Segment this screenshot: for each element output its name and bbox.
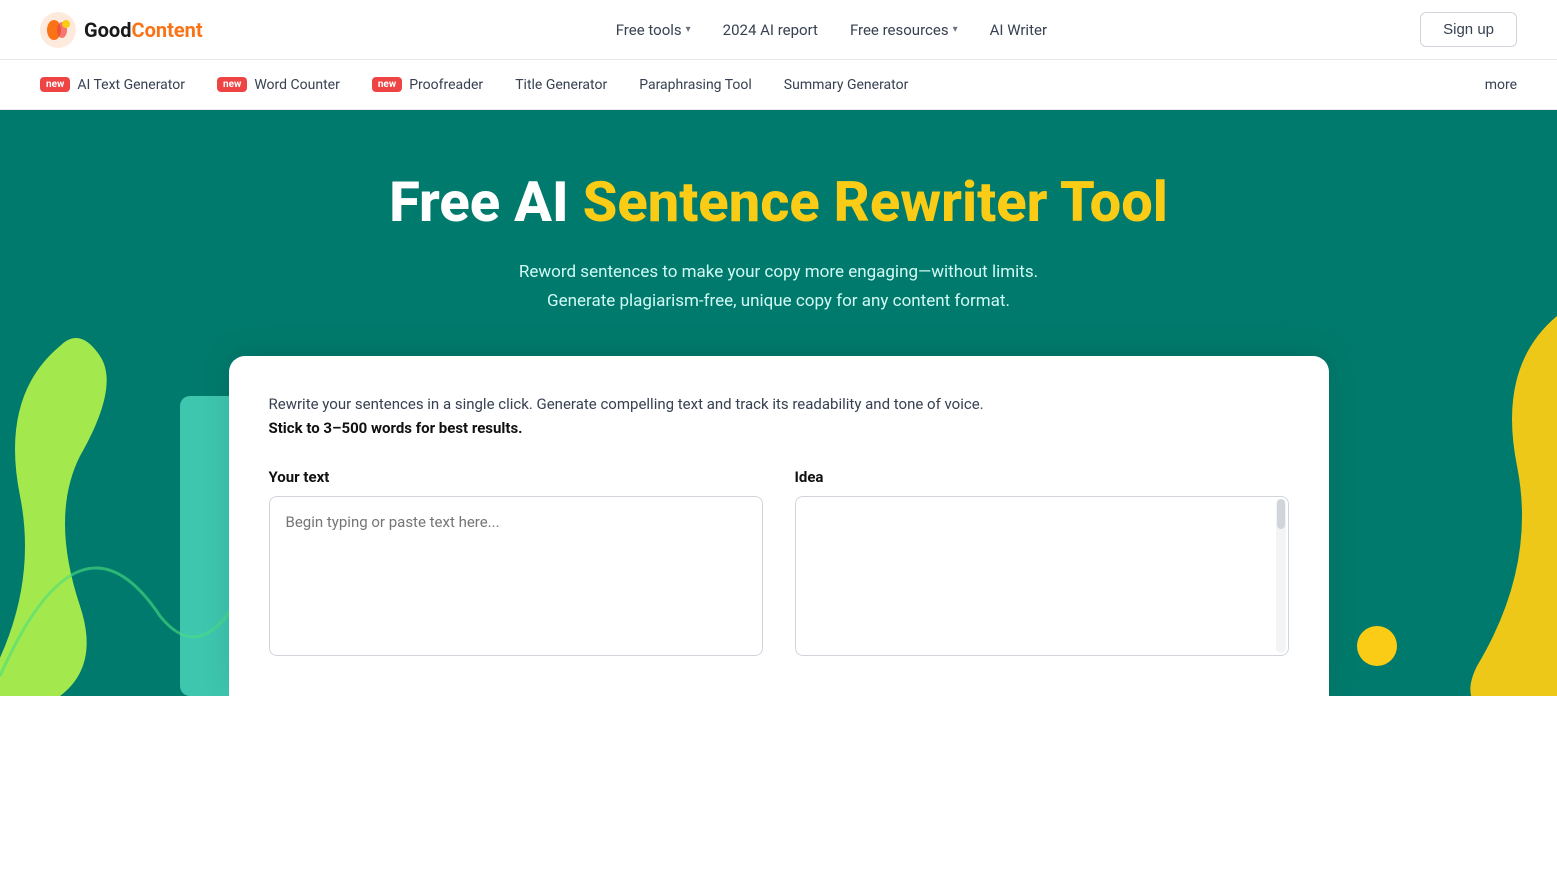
nav-ai-report[interactable]: 2024 AI report	[723, 21, 818, 39]
new-badge-proofreader: new	[372, 77, 402, 92]
nav-ai-writer[interactable]: AI Writer	[990, 21, 1047, 39]
sub-nav-proofreader[interactable]: new Proofreader	[372, 77, 483, 93]
hero-section: Free AI Sentence Rewriter Tool Reword se…	[0, 110, 1557, 696]
your-text-input[interactable]	[269, 496, 763, 656]
your-text-col: Your text	[269, 468, 763, 656]
new-badge-ai-text: new	[40, 77, 70, 92]
idea-label: Idea	[795, 468, 1289, 486]
sub-nav-title-generator[interactable]: Title Generator	[515, 77, 607, 93]
sub-nav-word-counter[interactable]: new Word Counter	[217, 77, 340, 93]
fields-row: Your text Idea	[269, 468, 1289, 656]
sub-nav-summary-generator[interactable]: Summary Generator	[784, 77, 909, 93]
logo-text: GoodContent	[84, 18, 203, 42]
idea-col: Idea	[795, 468, 1289, 656]
site-header: GoodContent Free tools ▾ 2024 AI report …	[0, 0, 1557, 60]
sub-nav: new AI Text Generator new Word Counter n…	[0, 60, 1557, 110]
sub-nav-more[interactable]: more	[1485, 77, 1517, 93]
your-text-label: Your text	[269, 468, 763, 486]
sub-nav-paraphrasing-tool[interactable]: Paraphrasing Tool	[639, 77, 752, 93]
tool-card-intro: Rewrite your sentences in a single click…	[269, 392, 1289, 440]
main-nav: Free tools ▾ 2024 AI report Free resourc…	[243, 21, 1421, 39]
deco-right-shapes	[1437, 316, 1557, 696]
chevron-down-icon-2: ▾	[953, 24, 958, 35]
nav-free-resources[interactable]: Free resources ▾	[850, 21, 958, 39]
idea-output-box	[795, 496, 1289, 656]
hero-background: Free AI Sentence Rewriter Tool Reword se…	[0, 110, 1557, 696]
tool-card: Rewrite your sentences in a single click…	[229, 356, 1329, 696]
yellow-circle-deco	[1357, 626, 1397, 666]
chevron-down-icon: ▾	[686, 24, 691, 35]
logo[interactable]: GoodContent	[40, 12, 203, 48]
signup-button[interactable]: Sign up	[1420, 12, 1517, 47]
hero-title: Free AI Sentence Rewriter Tool	[389, 170, 1168, 234]
logo-icon	[40, 12, 76, 48]
scrollbar-track	[1276, 499, 1286, 653]
hero-subtitle: Reword sentences to make your copy more …	[519, 258, 1038, 316]
new-badge-word-counter: new	[217, 77, 247, 92]
scrollbar-thumb[interactable]	[1277, 499, 1285, 529]
nav-free-tools[interactable]: Free tools ▾	[616, 21, 691, 39]
sub-nav-ai-text-generator[interactable]: new AI Text Generator	[40, 77, 185, 93]
